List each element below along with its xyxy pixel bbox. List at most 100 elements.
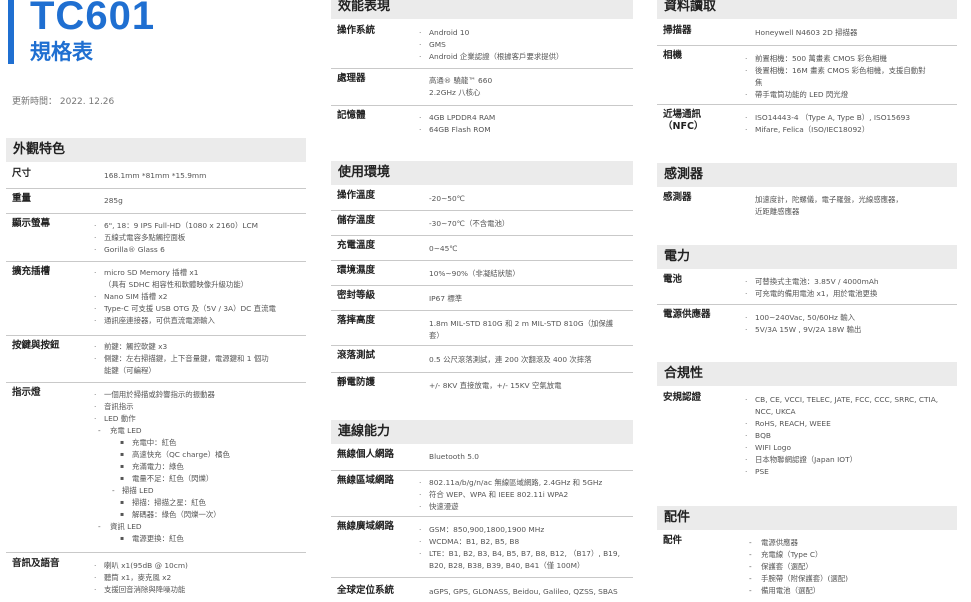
spec-label: 近場通訊 （NFC） bbox=[663, 109, 703, 133]
spec-label: 尺寸 bbox=[12, 168, 32, 179]
section-title: 電力 bbox=[664, 249, 691, 264]
spec-label: 儲存溫度 bbox=[337, 215, 376, 226]
spec-value: 0~45℃ bbox=[429, 244, 458, 253]
spec-label: 無線個人網路 bbox=[337, 449, 395, 460]
spec-sheet-subtitle: 規格表 bbox=[30, 40, 93, 64]
spec-value: 日本物聯網認證（Japan IOT） bbox=[743, 454, 938, 466]
spec-row-expansion: 擴充插槽 micro SD Memory 插槽 x1 （具有 SDHC 相容性和… bbox=[6, 264, 306, 336]
spec-value: RoHS, REACH, WEEE bbox=[743, 418, 938, 430]
spec-value: 手腕帶（附保護套）(選配) bbox=[743, 573, 848, 585]
section-title: 外觀特色 bbox=[13, 142, 66, 157]
section-power: 電力 bbox=[657, 245, 957, 269]
spec-row-nfc: 近場通訊 （NFC） ISO14443-4 （Type A, Type B）, … bbox=[657, 107, 957, 145]
spec-label: 顯示螢幕 bbox=[12, 218, 51, 229]
spec-value: LTE：B1, B2, B3, B4, B5, B7, B8, B12, （B1… bbox=[417, 548, 620, 560]
spec-value: 充電 LED bbox=[92, 425, 230, 437]
spec-row-wlan: 無線區域網路 802.11a/b/g/n/ac 無線區域網路, 2.4GHz 和… bbox=[331, 473, 633, 517]
spec-value: GMS bbox=[417, 39, 563, 51]
spec-value: NCC, UKCA bbox=[755, 407, 796, 416]
spec-label: 環境濕度 bbox=[337, 265, 376, 276]
spec-value: ISO14443-4 （Type A, Type B）, ISO15693 bbox=[743, 112, 910, 124]
spec-row-audio: 音訊及語音 喇叭 x1(95dB @ 10cm) 聽筒 x1，麥克風 x2 支援… bbox=[6, 556, 306, 602]
spec-value: IP67 標準 bbox=[429, 294, 463, 303]
spec-value: （具有 SDHC 相容性和軟體映像升級功能） bbox=[104, 280, 249, 289]
spec-value: 側鍵：左右掃描鍵，上下音量鍵，電源鍵和 1 個功 bbox=[92, 353, 269, 365]
spec-value: BQB bbox=[743, 430, 938, 442]
spec-value: 快速漫遊 bbox=[417, 501, 602, 513]
spec-value: 套） bbox=[429, 331, 444, 340]
spec-value: Type-C 可支援 USB OTG 及（5V / 3A）DC 直流電 bbox=[92, 303, 276, 315]
spec-label: 密封等級 bbox=[337, 290, 376, 301]
spec-row-drop: 落摔高度 1.8m MIL-STD 810G 和 2 m MIL-STD 810… bbox=[331, 313, 633, 346]
spec-label: 擴充插槽 bbox=[12, 266, 51, 277]
spec-value: 掃描：掃描之星：紅色 bbox=[92, 497, 230, 509]
section-connectivity: 連線能力 bbox=[331, 420, 633, 444]
spec-value: CB, CE, VCCI, TELEC, JATE, FCC, CCC, SRR… bbox=[743, 394, 938, 406]
spec-value: 後置相機：16M 畫素 CMOS 彩色相機，支援自動對 bbox=[743, 65, 926, 77]
spec-label: 無線廣域網路 bbox=[337, 521, 395, 532]
spec-row-accessories: 配件 電源供應器 充電線（Type C） 保護套（選配） 手腕帶（附保護套）(選… bbox=[657, 533, 957, 602]
spec-value: 帶手電筒功能的 LED 閃光燈 bbox=[743, 89, 926, 101]
spec-label: 重量 bbox=[12, 193, 32, 204]
spec-value: -30~70℃（不含電池） bbox=[429, 219, 510, 228]
spec-label: 記憶體 bbox=[337, 110, 366, 121]
spec-value: WCDMA：B1, B2, B5, B8 bbox=[417, 536, 620, 548]
spec-row-sealing: 密封等級 IP67 標準 bbox=[331, 288, 633, 311]
section-title: 連線能力 bbox=[338, 424, 391, 439]
spec-value: 一個用於掃描或鈴響指示的振動器 bbox=[92, 389, 230, 401]
spec-row-power-supply: 電源供應器 100~240Vac, 50/60Hz 輸入 5V/3A 15W ,… bbox=[657, 307, 957, 343]
spec-value: -20~50℃ bbox=[429, 194, 465, 203]
section-title: 合規性 bbox=[664, 366, 704, 381]
section-title: 使用環境 bbox=[338, 165, 391, 180]
spec-label: 靜電防護 bbox=[337, 377, 376, 388]
spec-label: 相機 bbox=[663, 50, 683, 61]
spec-row-dimensions: 尺寸 168.1mm *81mm *15.9mm bbox=[6, 166, 306, 189]
spec-row-processor: 處理器 高通® 驍龍™ 660 2.2GHz 八核心 bbox=[331, 71, 633, 106]
spec-value: 通訊座連接器，可供直流電源輸入 bbox=[92, 315, 276, 327]
spec-value: Android 企業認證（根據客戶要求提供） bbox=[417, 51, 563, 63]
spec-label: 操作溫度 bbox=[337, 190, 376, 201]
spec-row-operating-temp: 操作溫度 -20~50℃ bbox=[331, 188, 633, 211]
spec-value: 802.11a/b/g/n/ac 無線區域網路, 2.4GHz 和 5GHz bbox=[417, 477, 602, 489]
section-appearance: 外觀特色 bbox=[6, 138, 306, 162]
section-accessories: 配件 bbox=[657, 506, 957, 530]
spec-value: 支援回音消除與降噪功能 bbox=[92, 584, 188, 596]
spec-value: +/- 8KV 直接放電，+/- 15KV 空氣放電 bbox=[429, 381, 562, 390]
spec-value: 100~240Vac, 50/60Hz 輸入 bbox=[743, 312, 861, 324]
spec-value: 充電線（Type C） bbox=[743, 549, 848, 561]
spec-value: 0.5 公尺滾落測試，連 200 次翻滾及 400 次摔落 bbox=[429, 355, 592, 364]
spec-row-gps: 全球定位系統 aGPS, GPS, GLONASS, Beidou, Galil… bbox=[331, 580, 633, 602]
spec-value: 前置相機：500 萬畫素 CMOS 彩色相機 bbox=[743, 53, 926, 65]
spec-value: Bluetooth 5.0 bbox=[429, 452, 479, 461]
updated-date: 更新時間： 2022. 12.26 bbox=[12, 97, 115, 107]
spec-value: 168.1mm *81mm *15.9mm bbox=[104, 171, 207, 180]
spec-label: 按鍵與按鈕 bbox=[12, 340, 60, 351]
spec-value: 高通® 驍龍™ 660 bbox=[429, 76, 493, 85]
spec-label: 充電溫度 bbox=[337, 240, 376, 251]
spec-row-memory: 記憶體 4GB LPDDR4 RAM 64GB Flash ROM bbox=[331, 108, 633, 144]
spec-value: 2.2GHz 八核心 bbox=[429, 88, 481, 97]
spec-row-wwan: 無線廣域網路 GSM：850,900,1800,1900 MHz WCDMA：B… bbox=[331, 519, 633, 578]
section-title: 資料讀取 bbox=[664, 0, 717, 14]
spec-value: 充電中：紅色 bbox=[92, 437, 230, 449]
spec-value: 電源供應器 bbox=[743, 537, 848, 549]
spec-value: 1.8m MIL-STD 810G 和 2 m MIL-STD 810G（加保護 bbox=[429, 319, 614, 328]
spec-label: 掃描器 bbox=[663, 25, 692, 36]
spec-value: 保護套（選配） bbox=[743, 561, 848, 573]
spec-value: aGPS, GPS, GLONASS, Beidou, Galileo, QZS… bbox=[429, 587, 618, 596]
spec-label: 滾落測試 bbox=[337, 350, 376, 361]
spec-value: 電源更換：紅色 bbox=[92, 533, 230, 545]
spec-value: Mifare, Felica（ISO/IEC18092） bbox=[743, 124, 910, 136]
spec-value: 6", 18：9 IPS Full-HD（1080 x 2160）LCM bbox=[92, 220, 258, 232]
spec-value: Gorilla® Glass 6 bbox=[92, 244, 258, 256]
spec-row-weight: 重量 285g bbox=[6, 191, 306, 214]
spec-label: 音訊及語音 bbox=[12, 558, 60, 569]
spec-value: 10%~90%（非凝結狀態） bbox=[429, 269, 520, 278]
spec-label-line: 近場通訊 bbox=[663, 109, 702, 120]
spec-value: 焦 bbox=[755, 78, 763, 87]
spec-value: 能鍵（可編程） bbox=[104, 366, 156, 375]
spec-row-buttons: 按鍵與按鈕 前鍵：觸控軟鍵 x3 側鍵：左右掃描鍵，上下音量鍵，電源鍵和 1 個… bbox=[6, 338, 306, 383]
spec-row-storage-temp: 儲存溫度 -30~70℃（不含電池） bbox=[331, 213, 633, 236]
spec-value: 可充電的備用電池 x1，用於電池更換 bbox=[743, 288, 879, 300]
section-title: 感測器 bbox=[664, 167, 704, 182]
